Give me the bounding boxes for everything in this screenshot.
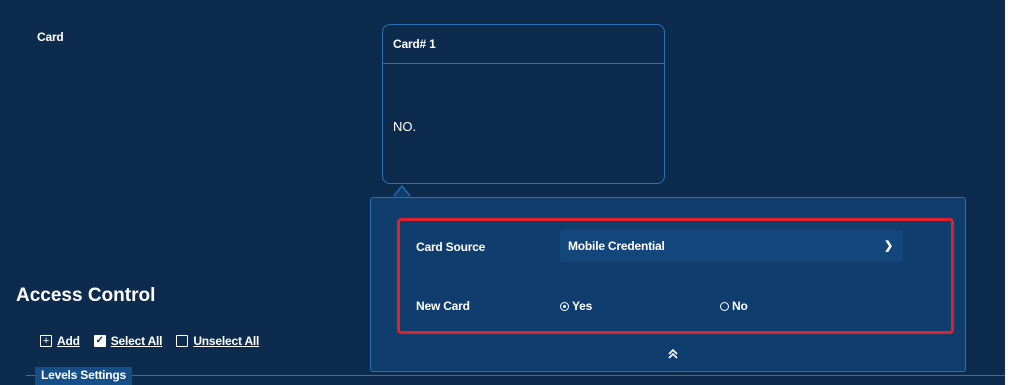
radio-selected-icon [560,301,569,311]
access-control-title: Access Control [16,285,156,306]
levels-settings-title: Levels Settings [35,367,133,385]
add-label: Add [57,334,80,348]
card-tile-title: Card# 1 [383,25,664,64]
unselect-all-label: Unselect All [193,334,260,348]
highlight-box: Card Source Mobile Credential ❯ New Card… [397,218,954,334]
levels-divider [26,375,1005,376]
card-tile[interactable]: Card# 1 NO. [382,24,665,184]
add-button[interactable]: + Add [40,334,80,348]
popover-pointer-fill [394,187,410,197]
select-all-label: Select All [110,334,163,348]
checkbox-checked-icon: ✓ [93,335,106,347]
new-card-yes-radio[interactable]: Yes [560,299,592,313]
plus-icon: + [40,335,52,347]
levels-toolbar: + Add ✓ Select All Unselect All [40,334,259,348]
card-details-popover: Card Source Mobile Credential ❯ New Card… [370,197,966,372]
chevron-down-icon: ❯ [883,240,893,252]
yes-label: Yes [572,299,593,313]
no-label: No [732,299,748,313]
new-card-label: New Card [416,299,470,313]
card-number-label: NO. [393,119,417,134]
checkbox-empty-icon [176,335,189,347]
card-source-label: Card Source [416,240,486,254]
radio-unselected-icon [720,301,729,311]
double-chevron-up-icon[interactable] [668,348,678,362]
select-all-button[interactable]: ✓ Select All [93,334,163,348]
new-card-no-radio[interactable]: No [720,299,748,313]
card-settings-panel: Card Card# 1 NO. Card Source Mobile Cred… [0,0,1005,385]
card-field-label: Card [37,30,64,44]
card-source-value: Mobile Credential [568,239,665,253]
card-source-select[interactable]: Mobile Credential ❯ [560,230,903,262]
unselect-all-button[interactable]: Unselect All [176,334,259,348]
